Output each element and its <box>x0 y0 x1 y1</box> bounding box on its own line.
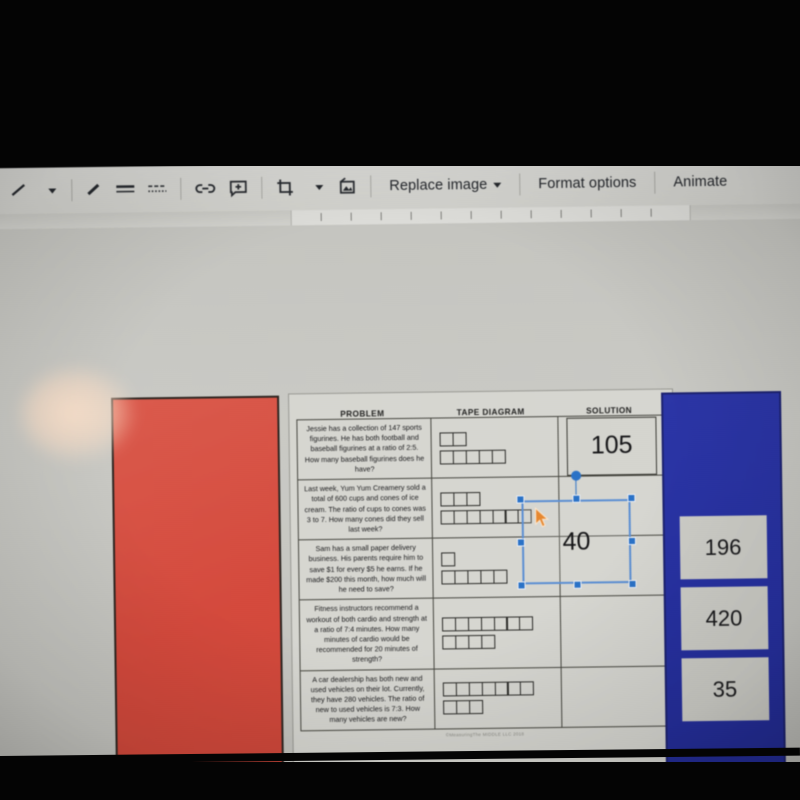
tape-unit-box <box>492 569 508 584</box>
tape-diagram-cell <box>434 597 562 669</box>
answer-tile-1[interactable]: 196 <box>679 515 767 580</box>
border-dash-solid-icon[interactable] <box>109 172 141 206</box>
problem-text: Last week, Yum Yum Creamery sold a total… <box>304 482 426 534</box>
resize-handle-bottom-right[interactable] <box>628 579 637 589</box>
tape-unit-box <box>452 431 467 446</box>
screenshot-root: Replace image Format options Animate PRO… <box>0 0 800 800</box>
header-solution: SOLUTION <box>586 405 633 416</box>
format-options-label: Format options <box>538 174 637 193</box>
tape-strip-top <box>442 616 560 632</box>
tape-diagram-cell <box>431 416 560 478</box>
tape-unit-box <box>519 616 534 631</box>
resize-handle-middle-left[interactable] <box>516 538 526 547</box>
solution-cell <box>562 666 669 726</box>
tape-unit-box <box>441 552 456 567</box>
border-dash-dotted-icon[interactable] <box>141 172 173 206</box>
problem-text: A car dealership has both new and used v… <box>310 673 425 725</box>
answer-tile-3[interactable]: 35 <box>681 657 769 722</box>
worksheet-credit: ©MeasuringThe MIDDLE LLC 2018 <box>445 731 525 738</box>
replace-image-caret-icon <box>493 182 502 188</box>
tape-unit-box <box>468 700 484 715</box>
crop-image-icon[interactable] <box>269 170 301 204</box>
slide-canvas[interactable]: PROBLEM TAPE DIAGRAM SOLUTION Jessie has… <box>0 218 800 774</box>
solution-cell: 105 <box>558 416 665 476</box>
selected-value-text: 40 <box>562 527 591 556</box>
rotation-handle-icon[interactable] <box>570 470 581 481</box>
border-weight-dropdown-caret-icon[interactable] <box>34 173 64 207</box>
tape-strip-top <box>439 431 558 447</box>
add-comment-icon[interactable] <box>222 171 254 205</box>
problem-cell: Fitness instructors recommend a workout … <box>299 598 435 670</box>
border-weight-icon[interactable] <box>4 174 34 208</box>
toolbar-divider-1 <box>71 179 73 202</box>
toolbar-divider-6 <box>654 171 656 194</box>
tape-unit-box <box>480 634 496 649</box>
letterbox-bottom <box>0 762 800 800</box>
blue-answer-panel[interactable]: 196 420 35 <box>661 391 787 774</box>
screen-surface: Replace image Format options Animate PRO… <box>0 157 800 774</box>
tape-unit-box <box>491 449 506 464</box>
tape-strip-bottom <box>443 699 561 715</box>
problem-cell: Jessie has a collection of 147 sports fi… <box>297 418 433 480</box>
problem-cell: Sam has a small paper delivery business.… <box>298 538 435 600</box>
red-rectangle-shape[interactable] <box>111 395 286 774</box>
toolbar-divider-2 <box>180 177 182 200</box>
problem-text: Sam has a small paper delivery business.… <box>306 543 427 594</box>
animate-button[interactable]: Animate <box>662 165 738 200</box>
mouse-cursor-icon <box>534 507 550 528</box>
replace-image-button[interactable]: Replace image <box>378 168 512 204</box>
table-row: Fitness instructors recommend a workout … <box>299 595 668 671</box>
tape-unit-box <box>466 491 481 506</box>
mask-image-icon[interactable] <box>331 169 363 203</box>
replace-image-label: Replace image <box>389 176 488 195</box>
answer-tile-2[interactable]: 420 <box>680 586 768 651</box>
table-row: A car dealership has both new and used v… <box>300 666 669 731</box>
toolbar-divider-5 <box>519 173 521 196</box>
insert-link-icon[interactable] <box>188 171 222 205</box>
resize-handle-top-center[interactable] <box>571 494 580 503</box>
problem-cell: Last week, Yum Yum Creamery sold a total… <box>298 478 434 540</box>
letterbox-top <box>0 0 800 166</box>
border-color-pen-icon[interactable] <box>79 173 109 207</box>
tape-strip-top <box>443 681 561 697</box>
problem-text: Fitness instructors recommend a workout … <box>306 603 427 665</box>
solution-value[interactable]: 105 <box>566 416 658 476</box>
tape-unit-box <box>519 681 535 696</box>
tape-strip-bottom <box>440 449 558 465</box>
toolbar-divider-4 <box>370 175 372 198</box>
resize-handle-middle-right[interactable] <box>627 536 637 546</box>
table-row: Jessie has a collection of 147 sports fi… <box>297 415 666 481</box>
resize-handle-bottom-center[interactable] <box>572 580 582 589</box>
tape-strip-bottom <box>442 634 560 650</box>
crop-dropdown-caret-icon[interactable] <box>301 170 331 204</box>
toolbar-divider-3 <box>261 176 263 199</box>
header-tape-diagram: TAPE DIAGRAM <box>456 407 525 418</box>
resize-handle-bottom-left[interactable] <box>517 581 526 590</box>
header-problem: PROBLEM <box>340 409 385 419</box>
problem-text: Jessie has a collection of 147 sports fi… <box>304 422 425 474</box>
tape-diagram-cell <box>434 667 563 729</box>
resize-handle-top-left[interactable] <box>516 495 525 504</box>
solution-cell <box>561 596 668 667</box>
problem-cell: A car dealership has both new and used v… <box>300 669 436 731</box>
animate-label: Animate <box>673 173 728 191</box>
selected-textbox[interactable]: 40 <box>516 470 637 590</box>
format-options-button[interactable]: Format options <box>527 166 648 202</box>
resize-handle-top-right[interactable] <box>627 493 636 503</box>
